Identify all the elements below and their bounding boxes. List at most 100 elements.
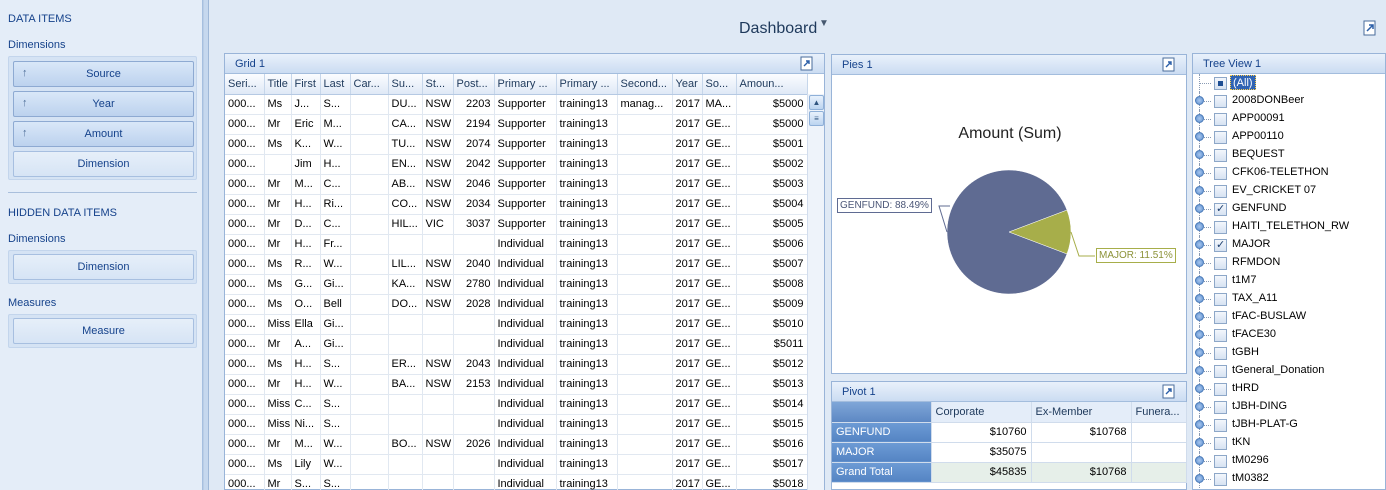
tree-checkbox[interactable] (1214, 275, 1227, 288)
tree-checkbox[interactable] (1214, 77, 1227, 90)
table-row[interactable]: 000... Ms R... W... LIL... NSW 2040 Individual t… (225, 254, 808, 275)
sort-up-arrow-icon[interactable]: ↑ (22, 67, 28, 79)
tree-item[interactable]: APP00110 (1193, 128, 1385, 146)
tree-item[interactable]: GENFUND (1193, 200, 1385, 218)
table-row[interactable]: 000... Mr S... S... Individual training13 2017… (225, 474, 808, 490)
tree-checkbox[interactable] (1214, 113, 1227, 126)
tree-checkbox[interactable] (1214, 455, 1227, 468)
expand-node-icon[interactable] (1195, 402, 1204, 411)
expand-node-icon[interactable] (1195, 312, 1204, 321)
tree-checkbox[interactable] (1214, 401, 1227, 414)
tree-item[interactable]: tHRD (1193, 380, 1385, 398)
tree-checkbox[interactable] (1214, 95, 1227, 108)
tree-item[interactable]: tKN (1193, 434, 1385, 452)
table-row[interactable]: 000... Ms Lily W... Individual training13 2017… (225, 454, 808, 475)
expand-node-icon[interactable] (1195, 366, 1204, 375)
tree-item[interactable]: t1M7 (1193, 272, 1385, 290)
grid-scrollbar[interactable]: ▲ ≡ (807, 94, 824, 490)
expand-node-icon[interactable] (1195, 132, 1204, 141)
table-row[interactable]: 000... Miss Ni... S... Individual training13 2… (225, 414, 808, 435)
tree-checkbox[interactable] (1214, 167, 1227, 180)
expand-node-icon[interactable] (1195, 258, 1204, 267)
tree-item[interactable]: MAJOR (1193, 236, 1385, 254)
table-row[interactable]: 000... Mr H... W... BA... NSW 2153 Individual tr… (225, 374, 808, 395)
panel-splitter[interactable] (203, 0, 209, 490)
tree-checkbox[interactable] (1214, 383, 1227, 396)
tree-item[interactable]: tFACE30 (1193, 326, 1385, 344)
tree-checkbox[interactable] (1214, 437, 1227, 450)
table-row[interactable]: 000... Mr M... C... AB... NSW 2046 Supporter tra… (225, 174, 808, 195)
table-row[interactable]: 000... Miss C... S... Individual training13 20… (225, 394, 808, 415)
table-row[interactable]: 000... Miss Ella Gi... Individual training13 2… (225, 314, 808, 335)
dimension-item-amount[interactable]: ↑ Amount (13, 121, 194, 147)
table-row[interactable]: 000... Mr M... W... BO... NSW 2026 Individual tr… (225, 434, 808, 455)
expand-node-icon[interactable] (1195, 222, 1204, 231)
column-header[interactable]: Second... (617, 74, 673, 95)
column-header[interactable]: Seri... (225, 74, 265, 95)
dimension-item-source[interactable]: ↑ Source (13, 61, 194, 87)
tree-item[interactable]: TAX_A11 (1193, 290, 1385, 308)
tree-item[interactable]: tJBH-PLAT-G (1193, 416, 1385, 434)
column-header[interactable]: Su... (388, 74, 423, 95)
column-header[interactable]: First (291, 74, 321, 95)
pivot-row-header[interactable]: Grand Total (832, 462, 932, 483)
column-header[interactable]: Amoun... (736, 74, 808, 95)
table-row[interactable]: 000... Ms H... S... ER... NSW 2043 Individual tr… (225, 354, 808, 375)
tree-checkbox[interactable] (1214, 238, 1227, 252)
expand-node-icon[interactable] (1195, 384, 1204, 393)
pivot-row-header[interactable]: MAJOR (832, 442, 932, 463)
expand-node-icon[interactable] (1195, 474, 1204, 483)
column-header[interactable]: Year (672, 74, 703, 95)
expand-node-icon[interactable] (1195, 168, 1204, 177)
tree-checkbox[interactable] (1214, 257, 1227, 270)
tree-item[interactable]: tGBH (1193, 344, 1385, 362)
measure-placeholder[interactable]: Measure (13, 318, 194, 344)
column-header[interactable]: St... (422, 74, 454, 95)
tree-checkbox[interactable] (1214, 419, 1227, 432)
expand-node-icon[interactable] (1195, 420, 1204, 429)
expand-node-icon[interactable] (1195, 276, 1204, 285)
expand-node-icon[interactable] (1195, 240, 1204, 249)
tree-checkbox[interactable] (1214, 347, 1227, 360)
expand-node-icon[interactable] (1195, 204, 1204, 213)
tree-item[interactable]: (All) (1193, 74, 1385, 92)
export-icon[interactable] (800, 56, 814, 71)
table-row[interactable]: 000... Jim H... EN... NSW 2042 Supporter traini… (225, 154, 808, 175)
tree-item[interactable]: BEQUEST (1193, 146, 1385, 164)
tree-checkbox[interactable] (1214, 131, 1227, 144)
tree-checkbox[interactable] (1214, 149, 1227, 162)
tree-checkbox[interactable] (1214, 473, 1227, 486)
tree-checkbox[interactable] (1214, 329, 1227, 342)
tree-item[interactable]: tFAC-BUSLAW (1193, 308, 1385, 326)
tree-item[interactable]: HAITI_TELETHON_RW (1193, 218, 1385, 236)
scroll-thumb[interactable]: ≡ (809, 111, 824, 126)
column-header[interactable]: Primary ... (494, 74, 557, 95)
table-row[interactable]: 000... Ms G... Gi... KA... NSW 2780 Individual t… (225, 274, 808, 295)
expand-node-icon[interactable] (1195, 294, 1204, 303)
table-row[interactable]: 000... Ms K... W... TU... NSW 2074 Supporter tra… (225, 134, 808, 155)
column-header[interactable]: Title (264, 74, 292, 95)
sort-up-arrow-icon[interactable]: ↑ (22, 127, 28, 139)
tree-item[interactable]: tM0382 (1193, 470, 1385, 488)
filter-icon[interactable]: ▼ (819, 18, 829, 29)
expand-node-icon[interactable] (1195, 96, 1204, 105)
tree-checkbox[interactable] (1214, 221, 1227, 234)
expand-node-icon[interactable] (1195, 186, 1204, 195)
column-header[interactable]: So... (702, 74, 737, 95)
table-row[interactable]: 000... Mr H... Ri... CO... NSW 2034 Supporter tr… (225, 194, 808, 215)
table-row[interactable]: 000... Ms J... S... DU... NSW 2203 Supporter tra… (225, 94, 808, 115)
pivot-row-header[interactable]: GENFUND (832, 422, 932, 443)
table-row[interactable]: 000... Ms O... Bell DO... NSW 2028 Individual tr… (225, 294, 808, 315)
pivot-column-header[interactable]: Ex-Member (1031, 402, 1132, 423)
tree-checkbox[interactable] (1214, 365, 1227, 378)
expand-node-icon[interactable] (1195, 150, 1204, 159)
table-row[interactable]: 000... Mr Eric M... CA... NSW 2194 Supporter tra… (225, 114, 808, 135)
table-row[interactable]: 000... Mr A... Gi... Individual training13 201… (225, 334, 808, 355)
column-header[interactable]: Primary ... (556, 74, 618, 95)
export-icon[interactable] (1162, 384, 1176, 399)
pivot-column-header[interactable]: Corporate (931, 402, 1032, 423)
tree-checkbox[interactable] (1214, 293, 1227, 306)
add-dimension-placeholder[interactable]: Dimension (13, 151, 194, 177)
scroll-up-icon[interactable]: ▲ (809, 95, 824, 110)
expand-node-icon[interactable] (1195, 348, 1204, 357)
